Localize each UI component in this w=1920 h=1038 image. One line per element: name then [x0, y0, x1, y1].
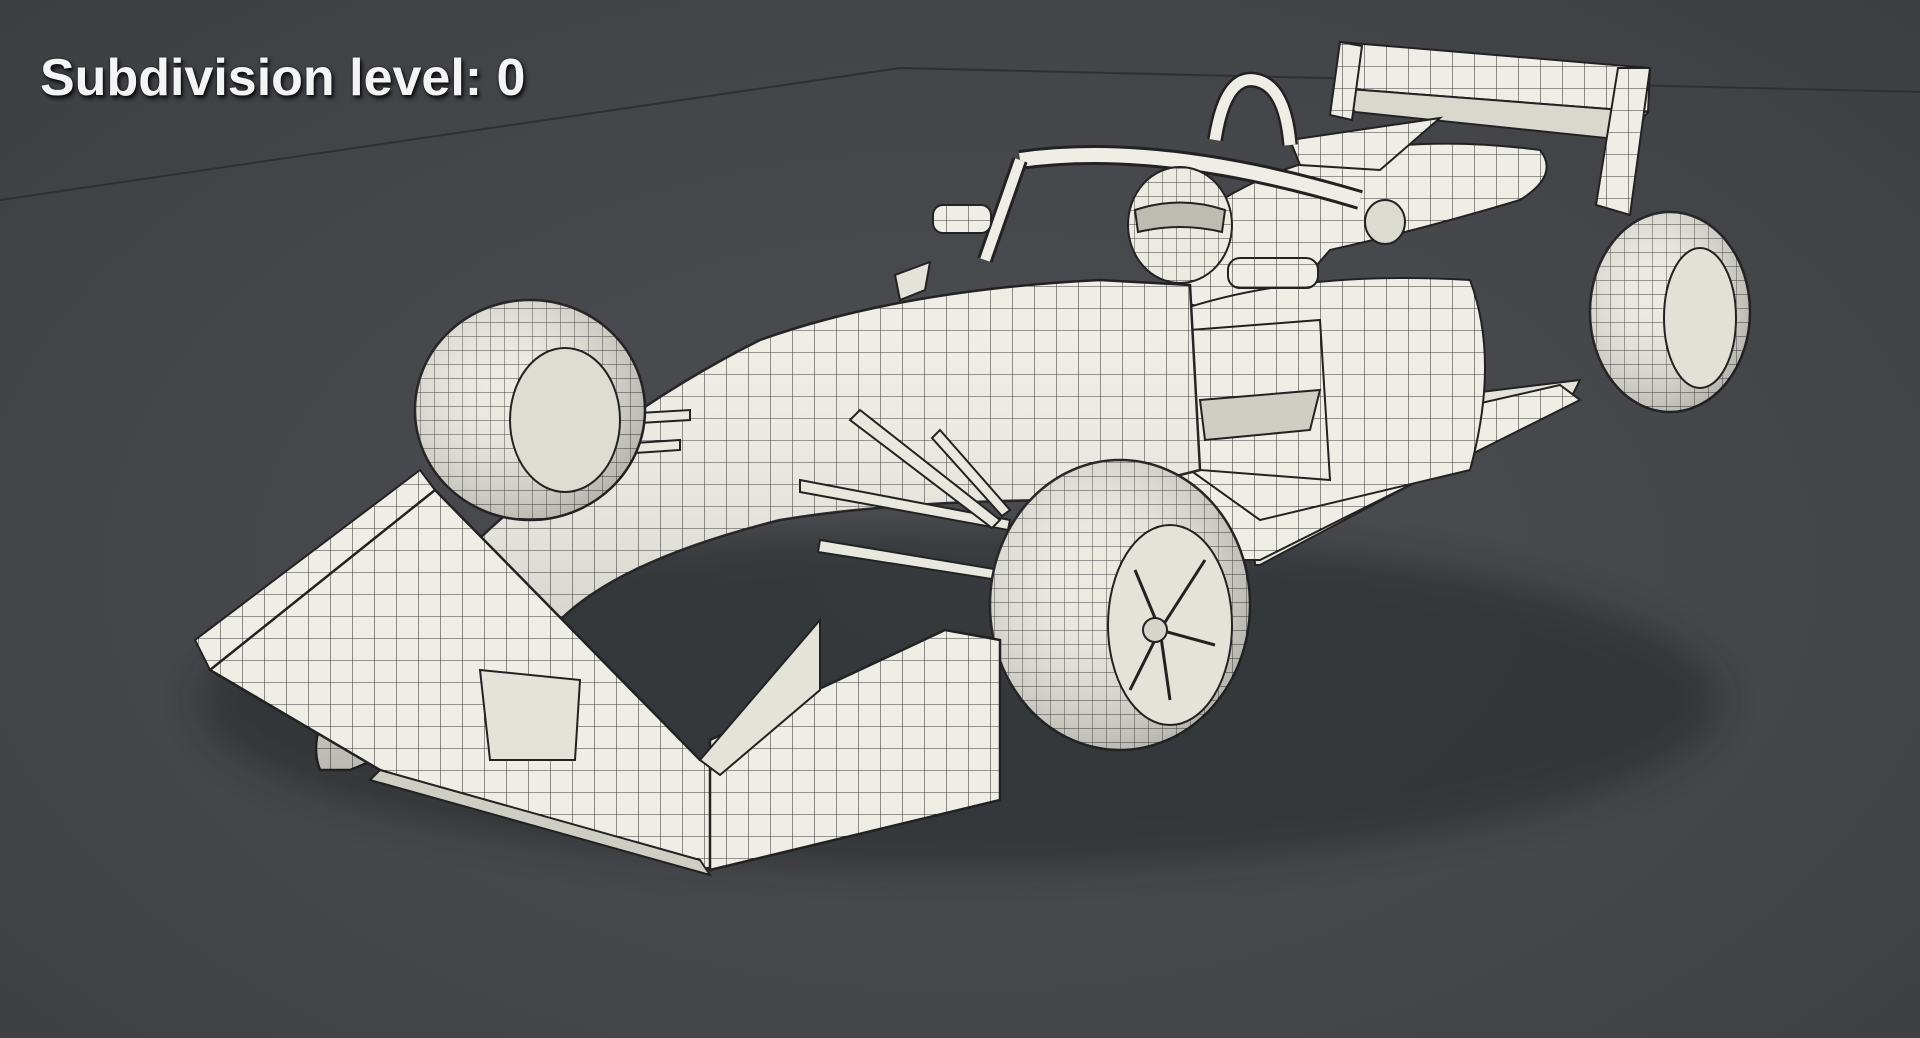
- render-viewport: Subdivision level: 0: [0, 0, 1920, 1038]
- front-right-wheel: [988, 458, 1252, 752]
- rear-right-wheel: [1588, 210, 1752, 414]
- sidepod: [1178, 277, 1486, 522]
- driver-helmet: [1127, 166, 1233, 284]
- race-car-wireframe-render: [0, 40, 1920, 877]
- subdivision-level-label: Subdivision level: 0: [40, 49, 526, 107]
- front-left-wheel: [413, 298, 647, 522]
